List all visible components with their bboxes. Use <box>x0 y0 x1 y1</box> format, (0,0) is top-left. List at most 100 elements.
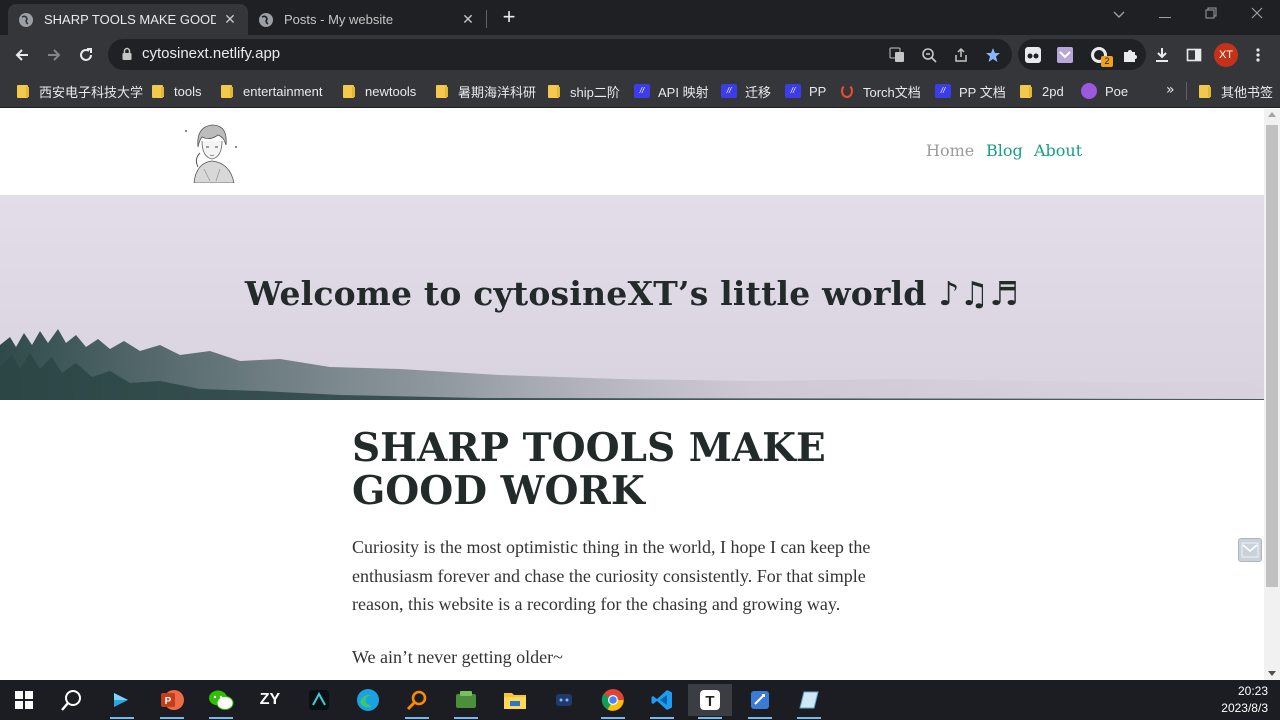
tab-divider <box>486 10 487 28</box>
bookmark-label: Poe <box>1105 83 1129 99</box>
bookmark-item[interactable]: tools <box>152 82 201 100</box>
puzzle-icon[interactable] <box>1119 44 1141 66</box>
taskbar-game[interactable] <box>548 684 580 716</box>
profile-avatar[interactable]: XT <box>1214 43 1238 67</box>
vscode-icon <box>651 690 672 710</box>
paddle-icon: // <box>785 84 801 98</box>
tab-posts[interactable]: Posts - My website ✕ <box>248 4 486 35</box>
share-icon[interactable] <box>950 44 972 66</box>
extension-reader-icon[interactable] <box>1022 44 1044 66</box>
bookmark-item[interactable]: 2pd <box>1020 82 1064 100</box>
arrow-right-icon <box>48 49 61 61</box>
translate-icon[interactable] <box>886 44 908 66</box>
bookmark-item[interactable]: ship二阶 <box>548 82 620 100</box>
close-icon[interactable]: ✕ <box>460 12 476 28</box>
taskbar-app-dark[interactable] <box>303 684 335 716</box>
other-bookmarks[interactable]: 其他书签 <box>1199 82 1273 100</box>
menu-button[interactable] <box>1244 41 1272 69</box>
scroll-up-arrow-icon[interactable] <box>1268 112 1276 117</box>
reload-button[interactable] <box>72 41 100 69</box>
image-icon <box>1241 542 1259 558</box>
bookmark-label: newtools <box>365 83 417 99</box>
clock-date: 2023/8/3 <box>1221 701 1268 715</box>
windows-logo-icon <box>15 691 33 709</box>
address-bar[interactable]: cytosinext.netlify.app <box>108 39 1012 70</box>
post-content: SHARP TOOLS MAKE GOOD WORK Curiosity is … <box>352 427 892 668</box>
post-title: SHARP TOOLS MAKE GOOD WORK <box>352 425 826 514</box>
folder-icon <box>343 84 355 98</box>
taskbar-snipping[interactable] <box>744 684 776 719</box>
bookmark-item[interactable]: // API 映射 <box>634 82 709 100</box>
more-bookmarks-chevron-icon[interactable]: » <box>1166 82 1175 98</box>
bookmark-label: 其他书签 <box>1221 84 1274 100</box>
nav-home-link[interactable]: Home <box>926 141 974 160</box>
hero-banner: Welcome to cytosineXT’s little world ♪♫♬ <box>0 195 1264 400</box>
close-window-button[interactable] <box>1234 0 1280 30</box>
new-tab-button[interactable]: + <box>497 5 521 29</box>
scroll-down-arrow-icon[interactable] <box>1268 671 1276 676</box>
restore-button[interactable] <box>1188 0 1234 30</box>
start-button[interactable] <box>8 684 40 716</box>
paddle-icon: // <box>721 84 737 98</box>
floating-image-widget[interactable] <box>1238 538 1262 562</box>
extension-badge: 2 <box>1101 56 1113 67</box>
side-panel-button[interactable] <box>1180 41 1208 69</box>
terminal-icon <box>114 693 128 707</box>
forward-button[interactable] <box>40 41 68 69</box>
bookmark-item[interactable]: // PP <box>785 82 826 100</box>
extension-github-icon[interactable]: 2 <box>1088 44 1113 67</box>
game-icon <box>556 694 572 706</box>
bookmark-item[interactable]: Torch文档 <box>841 82 921 100</box>
taskbar-powerpoint[interactable]: P <box>156 684 188 719</box>
extension-image-icon[interactable] <box>1054 44 1076 66</box>
taskbar-file-explorer[interactable] <box>499 684 531 716</box>
bookmark-item[interactable]: newtools <box>343 82 416 100</box>
nav-about-link[interactable]: About <box>1034 141 1082 160</box>
pytorch-icon <box>841 84 853 98</box>
zy-icon: ZY <box>259 691 281 708</box>
notes-icon <box>799 691 819 709</box>
bookmark-item[interactable]: Poe <box>1081 82 1128 100</box>
bookmark-label: 2pd <box>1042 83 1064 99</box>
taskbar-edge[interactable] <box>352 684 384 716</box>
taskbar-terminal[interactable] <box>106 684 138 719</box>
extensions-pill: 2 <box>1018 39 1146 70</box>
close-icon[interactable]: ✕ <box>222 12 238 28</box>
star-icon[interactable] <box>982 44 1004 66</box>
tab-active[interactable]: SHARP TOOLS MAKE GOOD W ✕ <box>8 4 248 35</box>
site-logo[interactable] <box>180 117 244 183</box>
taskbar-notes[interactable] <box>793 684 825 719</box>
typora-icon: T <box>700 690 720 710</box>
bookmark-item[interactable]: // PP 文档 <box>935 82 1006 100</box>
bookmark-label: PP 文档 <box>959 84 1006 100</box>
downloads-button[interactable] <box>1148 41 1176 69</box>
search-button[interactable] <box>56 684 88 716</box>
back-button[interactable] <box>8 41 36 69</box>
folder-icon <box>436 84 448 98</box>
chevron-down-icon <box>1113 11 1125 18</box>
taskbar-zy[interactable]: ZY <box>254 684 286 716</box>
taskbar-search-tool[interactable] <box>401 684 433 719</box>
bookmark-item[interactable]: entertainment <box>221 82 323 100</box>
paddle-icon: // <box>935 84 951 98</box>
system-clock[interactable]: 20:23 2023/8/3 <box>1221 683 1268 717</box>
site-header: Home Blog About <box>0 109 1264 195</box>
tab-search-button[interactable] <box>1096 0 1142 30</box>
taskbar-wechat-work[interactable] <box>450 684 482 719</box>
close-icon <box>1251 7 1263 19</box>
bookmark-item[interactable]: 暑期海洋科研 <box>436 82 536 100</box>
page-scrollbar[interactable] <box>1264 109 1280 680</box>
taskbar-typora[interactable]: T <box>688 684 732 719</box>
bookmark-item[interactable]: 西安电子科技大学 <box>17 82 143 100</box>
zoom-icon[interactable] <box>918 44 940 66</box>
taskbar-wechat[interactable] <box>205 684 237 719</box>
scroll-thumb[interactable] <box>1266 125 1278 587</box>
taskbar-vscode[interactable] <box>646 684 678 719</box>
minimize-button[interactable] <box>1142 0 1188 30</box>
taskbar-chrome[interactable] <box>597 684 629 719</box>
globe-icon <box>19 12 33 27</box>
side-panel-icon <box>1186 48 1202 62</box>
bookmark-item[interactable]: // 迁移 <box>721 82 771 100</box>
nav-blog-link[interactable]: Blog <box>986 141 1023 160</box>
minimize-icon <box>1159 17 1171 18</box>
